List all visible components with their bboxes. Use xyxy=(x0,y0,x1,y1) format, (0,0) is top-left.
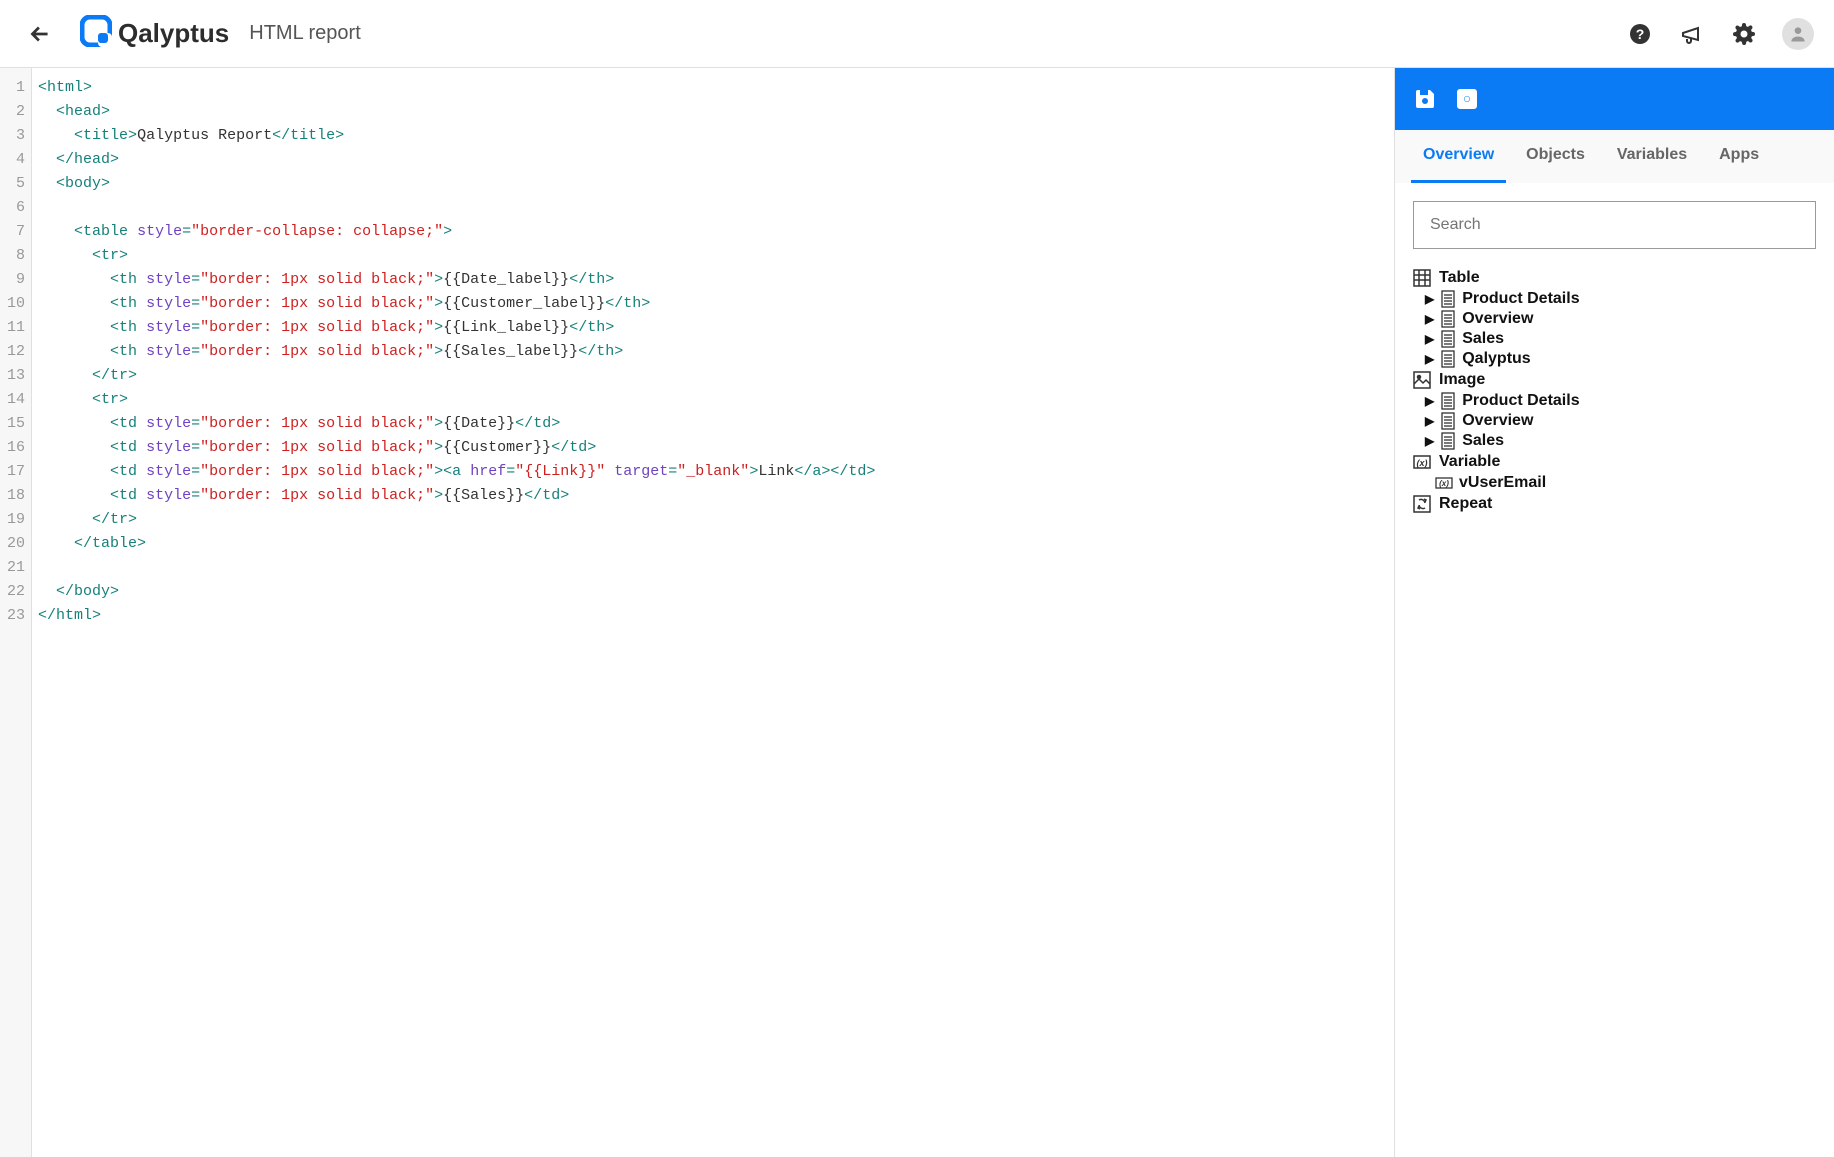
header-actions: ? xyxy=(1626,18,1814,50)
code-editor[interactable]: 1234567891011121314151617181920212223 <h… xyxy=(0,68,1394,1157)
tree-item[interactable]: ▶ Overview xyxy=(1425,411,1816,431)
tab-objects[interactable]: Objects xyxy=(1514,130,1597,183)
user-icon xyxy=(1788,24,1808,44)
sheet-icon xyxy=(1440,290,1456,308)
tree-item-label: Sales xyxy=(1462,432,1504,450)
user-avatar[interactable] xyxy=(1782,18,1814,50)
gear-icon xyxy=(1732,22,1756,46)
tab-variables[interactable]: Variables xyxy=(1605,130,1699,183)
tree-section-image[interactable]: Image xyxy=(1413,369,1816,391)
caret-right-icon: ▶ xyxy=(1425,414,1434,428)
tree-item[interactable]: ▶ Qalyptus xyxy=(1425,349,1816,369)
tree-item[interactable]: ▶ Sales xyxy=(1425,431,1816,451)
tree-label: Variable xyxy=(1439,453,1500,471)
tree-item[interactable]: ▶ Product Details xyxy=(1425,391,1816,411)
tree-section-table[interactable]: Table xyxy=(1413,267,1816,289)
tree-section-repeat[interactable]: Repeat xyxy=(1413,493,1816,515)
sidebar-toolbar xyxy=(1395,68,1834,130)
preview-button[interactable] xyxy=(1455,87,1479,111)
sheet-icon xyxy=(1440,392,1456,410)
image-icon xyxy=(1413,371,1431,389)
caret-right-icon: ▶ xyxy=(1425,352,1434,366)
sidebar-tabs: Overview Objects Variables Apps xyxy=(1395,130,1834,183)
tree-item[interactable]: ▶ Product Details xyxy=(1425,289,1816,309)
sheet-icon xyxy=(1440,310,1456,328)
megaphone-icon xyxy=(1680,22,1704,46)
settings-button[interactable] xyxy=(1730,20,1758,48)
tree-item[interactable]: ▶ Sales xyxy=(1425,329,1816,349)
line-gutter: 1234567891011121314151617181920212223 xyxy=(0,68,32,1157)
tree-label: Image xyxy=(1439,371,1485,389)
save-icon xyxy=(1413,87,1437,111)
tree-item-label: Overview xyxy=(1462,412,1533,430)
sheet-icon xyxy=(1440,350,1456,368)
caret-right-icon: ▶ xyxy=(1425,434,1434,448)
sidebar: Overview Objects Variables Apps Table ▶ P… xyxy=(1394,68,1834,1157)
tab-overview[interactable]: Overview xyxy=(1411,130,1506,183)
svg-text:?: ? xyxy=(1636,26,1645,42)
announce-button[interactable] xyxy=(1678,20,1706,48)
tree-item-label: Sales xyxy=(1462,330,1504,348)
help-button[interactable]: ? xyxy=(1626,20,1654,48)
caret-right-icon: ▶ xyxy=(1425,292,1434,306)
header: Qalyptus HTML report ? xyxy=(0,0,1834,68)
qalyptus-logo-icon xyxy=(80,15,112,52)
sheet-icon xyxy=(1440,330,1456,348)
tree-section-variable[interactable]: (x) Variable xyxy=(1413,451,1816,473)
tree-item-label: vUserEmail xyxy=(1459,474,1546,492)
arrow-left-icon xyxy=(27,21,53,47)
page-title: HTML report xyxy=(249,22,361,45)
caret-right-icon: ▶ xyxy=(1425,394,1434,408)
tree-item[interactable]: ▶ Overview xyxy=(1425,309,1816,329)
sheet-icon xyxy=(1440,432,1456,450)
help-icon: ? xyxy=(1628,22,1652,46)
tree-item[interactable]: (x) vUserEmail xyxy=(1413,473,1816,493)
code-content[interactable]: <html> <head> <title>Qalyptus Report</ti… xyxy=(32,68,1394,1157)
tree-label: Table xyxy=(1439,269,1480,287)
variable-icon: (x) xyxy=(1435,474,1453,492)
variable-icon: (x) xyxy=(1413,453,1431,471)
tree-item-label: Overview xyxy=(1462,310,1533,328)
svg-text:(x): (x) xyxy=(1439,479,1449,488)
tree-label: Repeat xyxy=(1439,495,1492,513)
save-button[interactable] xyxy=(1413,87,1437,111)
svg-text:(x): (x) xyxy=(1417,458,1428,468)
brand-name: Qalyptus xyxy=(118,18,229,49)
repeat-icon xyxy=(1413,495,1431,513)
search-input[interactable] xyxy=(1413,201,1816,249)
table-icon xyxy=(1413,269,1431,287)
brand-logo[interactable]: Qalyptus xyxy=(80,15,229,52)
tab-apps[interactable]: Apps xyxy=(1707,130,1771,183)
caret-right-icon: ▶ xyxy=(1425,332,1434,346)
tree-item-label: Qalyptus xyxy=(1462,350,1530,368)
back-button[interactable] xyxy=(20,14,60,54)
sidebar-content: Table ▶ Product Details ▶ Overview ▶ Sales ▶ Qa… xyxy=(1395,183,1834,1157)
tree-item-label: Product Details xyxy=(1462,290,1579,308)
tree-item-label: Product Details xyxy=(1462,392,1579,410)
caret-right-icon: ▶ xyxy=(1425,312,1434,326)
preview-icon xyxy=(1455,87,1479,111)
sheet-icon xyxy=(1440,412,1456,430)
